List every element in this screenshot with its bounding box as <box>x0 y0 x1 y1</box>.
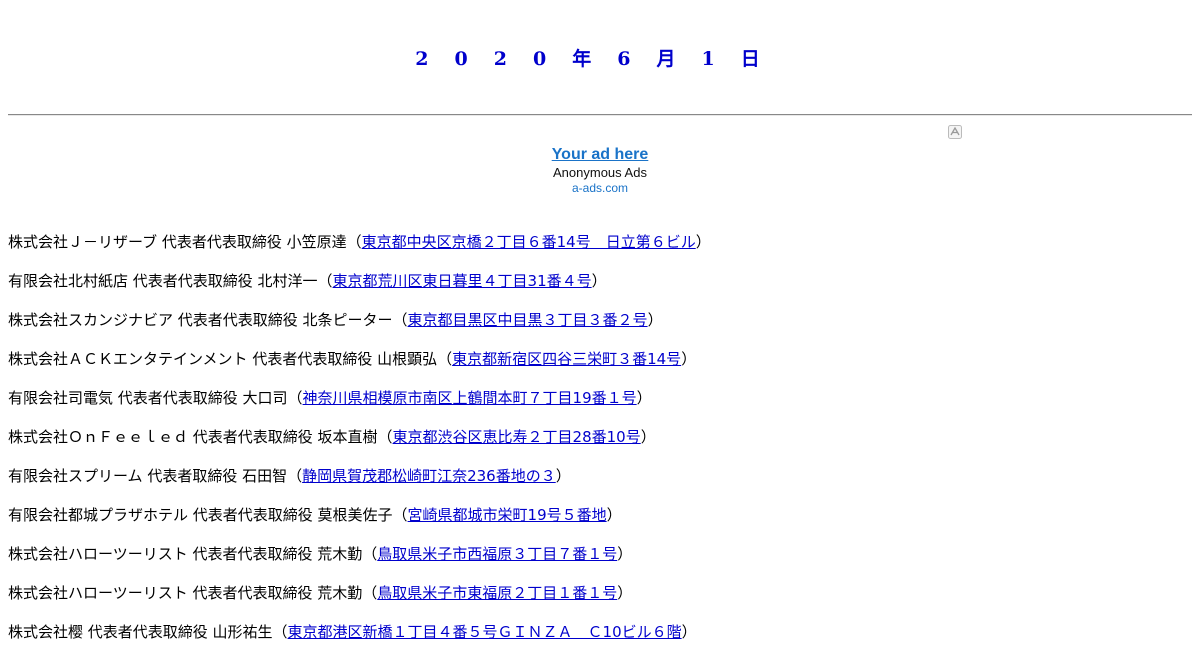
address-link[interactable]: 東京都荒川区東日暮里４丁目31番４号 <box>333 272 592 290</box>
list-item: 有限会社都城プラザホテル 代表者代表取締役 莫根美佐子（宮崎県都城市栄町19号５… <box>8 504 1192 543</box>
closing-paren: ） <box>647 311 663 329</box>
address-link[interactable]: 東京都渋谷区恵比寿２丁目28番10号 <box>393 428 641 446</box>
address-link[interactable]: 鳥取県米子市西福原３丁目７番１号 <box>377 545 617 563</box>
list-item: 株式会社スカンジナビア 代表者代表取締役 北条ピーター（東京都目黒区中目黒３丁目… <box>8 309 1192 348</box>
date-char: 2 <box>415 48 429 70</box>
ad-domain-link[interactable]: a-ads.com <box>450 181 750 195</box>
company-list: 株式会社Ｊ－リザーブ 代表者代表取締役 小笠原達（東京都中央区京橋２丁目６番14… <box>8 231 1192 660</box>
company-info: 株式会社ＡＣＫエンタテインメント 代表者代表取締役 山根顕弘（ <box>8 350 453 368</box>
list-item: 株式会社ＡＣＫエンタテインメント 代表者代表取締役 山根顕弘（東京都新宿区四谷三… <box>8 348 1192 387</box>
company-info: 有限会社司電気 代表者代表取締役 大口司（ <box>8 389 303 407</box>
ad-link[interactable]: Your ad here <box>450 145 750 164</box>
list-item: 有限会社司電気 代表者代表取締役 大口司（神奈川県相模原市南区上鶴間本町７丁目1… <box>8 387 1192 426</box>
company-info: 株式会社ハローツーリスト 代表者代表取締役 荒木勤（ <box>8 584 378 602</box>
address-link[interactable]: 東京都港区新橋１丁目４番５号ＧＩＮＺＡ Ｃ10ビル６階 <box>288 623 682 641</box>
list-item: 有限会社北村紙店 代表者代表取締役 北村洋一（東京都荒川区東日暮里４丁目31番４… <box>8 270 1192 309</box>
list-item: 株式会社Ｊ－リザーブ 代表者代表取締役 小笠原達（東京都中央区京橋２丁目６番14… <box>8 231 1192 270</box>
closing-paren: ） <box>591 272 607 290</box>
a-ads-logo-icon[interactable] <box>948 125 962 139</box>
closing-paren: ） <box>695 233 711 251</box>
company-info: 株式会社ハローツーリスト 代表者代表取締役 荒木勤（ <box>8 545 378 563</box>
date-char: 6 <box>617 48 631 70</box>
date-char: 0 <box>454 48 468 70</box>
address-link[interactable]: 宮崎県都城市栄町19号５番地 <box>408 506 607 524</box>
company-info: 有限会社北村紙店 代表者代表取締役 北村洋一（ <box>8 272 333 290</box>
address-link[interactable]: 東京都新宿区四谷三栄町３番14号 <box>452 350 681 368</box>
company-info: 有限会社スプリーム 代表者取締役 石田智（ <box>8 467 303 485</box>
address-link[interactable]: 神奈川県相模原市南区上鶴間本町７丁目19番１号 <box>303 389 637 407</box>
list-item: 有限会社スプリーム 代表者取締役 石田智（静岡県賀茂郡松崎町江奈236番地の３） <box>8 465 1192 504</box>
ad-network-label: Anonymous Ads <box>553 165 647 180</box>
address-link[interactable]: 鳥取県米子市東福原２丁目１番１号 <box>377 584 617 602</box>
address-link[interactable]: 東京都目黒区中目黒３丁目３番２号 <box>408 311 648 329</box>
closing-paren: ） <box>681 350 697 368</box>
closing-paren: ） <box>681 623 697 641</box>
date-char: 月 <box>656 48 676 70</box>
ad-banner: Your ad here Anonymous Ads a-ads.com <box>450 145 750 195</box>
closing-paren: ） <box>617 584 633 602</box>
company-info: 株式会社樱 代表者代表取締役 山形祐生（ <box>8 623 288 641</box>
date-char: 1 <box>701 48 715 70</box>
date-char: 日 <box>740 48 760 70</box>
closing-paren: ） <box>617 545 633 563</box>
company-info: 株式会社Ｊ－リザーブ 代表者代表取締役 小笠原達（ <box>8 233 362 251</box>
closing-paren: ） <box>555 467 571 485</box>
address-link[interactable]: 静岡県賀茂郡松崎町江奈236番地の３ <box>302 467 556 485</box>
list-item: 株式会社ハローツーリスト 代表者代表取締役 荒木勤（鳥取県米子市西福原３丁目７番… <box>8 543 1192 582</box>
closing-paren: ） <box>636 389 652 407</box>
date-char: 2 <box>493 48 507 70</box>
header-divider <box>8 114 1192 116</box>
page-title: 2 0 2 0 年 6 月 1 日 <box>0 44 1175 71</box>
closing-paren: ） <box>606 506 622 524</box>
list-item: 株式会社ハローツーリスト 代表者代表取締役 荒木勤（鳥取県米子市東福原２丁目１番… <box>8 582 1192 621</box>
company-info: 株式会社ＯｎＦｅｅｌｅｄ 代表者代表取締役 坂本直樹（ <box>8 428 393 446</box>
address-link[interactable]: 東京都中央区京橋２丁目６番14号 日立第６ビル <box>362 233 696 251</box>
company-info: 有限会社都城プラザホテル 代表者代表取締役 莫根美佐子（ <box>8 506 408 524</box>
closing-paren: ） <box>640 428 656 446</box>
date-char: 年 <box>572 48 592 70</box>
date-char: 0 <box>532 48 547 70</box>
list-item: 株式会社樱 代表者代表取締役 山形祐生（東京都港区新橋１丁目４番５号ＧＩＮＺＡ … <box>8 621 1192 660</box>
company-info: 株式会社スカンジナビア 代表者代表取締役 北条ピーター（ <box>8 311 408 329</box>
list-item: 株式会社ＯｎＦｅｅｌｅｄ 代表者代表取締役 坂本直樹（東京都渋谷区恵比寿２丁目2… <box>8 426 1192 465</box>
